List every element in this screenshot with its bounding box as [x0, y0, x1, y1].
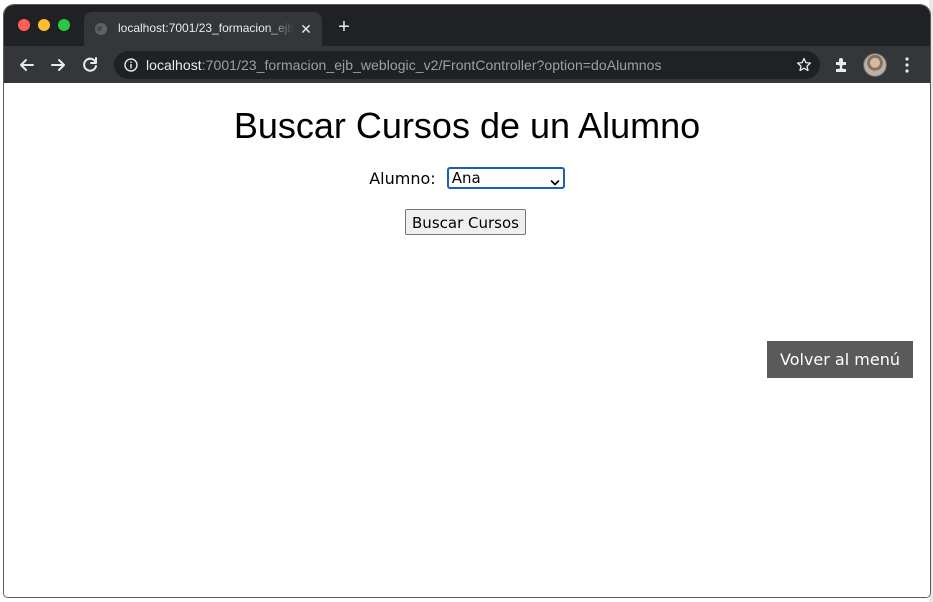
chevron-down-icon	[550, 173, 560, 186]
globe-icon	[94, 22, 108, 36]
alumno-select[interactable]: Ana	[446, 167, 565, 189]
window-minimize-button[interactable]	[38, 19, 50, 31]
alumno-select-value: Ana	[451, 169, 481, 187]
star-icon[interactable]	[796, 57, 812, 73]
alumno-form-row: Alumno: Ana	[4, 167, 930, 189]
page-content: Buscar Cursos de un Alumno Alumno: Ana B…	[4, 83, 930, 597]
close-icon[interactable]: ✕	[298, 21, 314, 37]
browser-window: localhost:7001/23_formacion_ejb_weblogic…	[4, 5, 930, 597]
alumno-label: Alumno:	[369, 168, 436, 188]
page-title: Buscar Cursos de un Alumno	[233, 105, 701, 146]
address-bar[interactable]: localhost:7001/23_formacion_ejb_weblogic…	[114, 51, 820, 79]
window-zoom-button[interactable]	[58, 19, 70, 31]
plus-icon[interactable]: +	[334, 17, 354, 38]
url-text[interactable]: localhost:7001/23_formacion_ejb_weblogic…	[146, 57, 662, 73]
browser-toolbar: localhost:7001/23_formacion_ejb_weblogic…	[4, 46, 930, 83]
reload-icon[interactable]	[79, 54, 101, 76]
url-host: localhost	[146, 57, 202, 73]
info-icon[interactable]	[124, 58, 138, 72]
puzzle-icon[interactable]	[832, 55, 852, 75]
buscar-cursos-button[interactable]: Buscar Cursos	[405, 209, 526, 235]
forward-arrow-icon[interactable]	[47, 54, 69, 76]
volver-menu-button[interactable]: Volver al menú	[767, 341, 913, 378]
url-path: :7001/23_formacion_ejb_weblogic_v2/Front…	[201, 57, 662, 73]
tab-strip: localhost:7001/23_formacion_ejb_weblogic…	[4, 5, 930, 46]
browser-tab-active[interactable]: localhost:7001/23_formacion_ejb_weblogic…	[84, 12, 322, 46]
kebab-menu-icon[interactable]	[900, 56, 914, 74]
avatar[interactable]	[864, 54, 886, 76]
window-close-button[interactable]	[18, 19, 30, 31]
back-arrow-icon[interactable]	[16, 54, 38, 76]
tab-title: localhost:7001/23_formacion_ejb_weblogic…	[118, 21, 294, 35]
